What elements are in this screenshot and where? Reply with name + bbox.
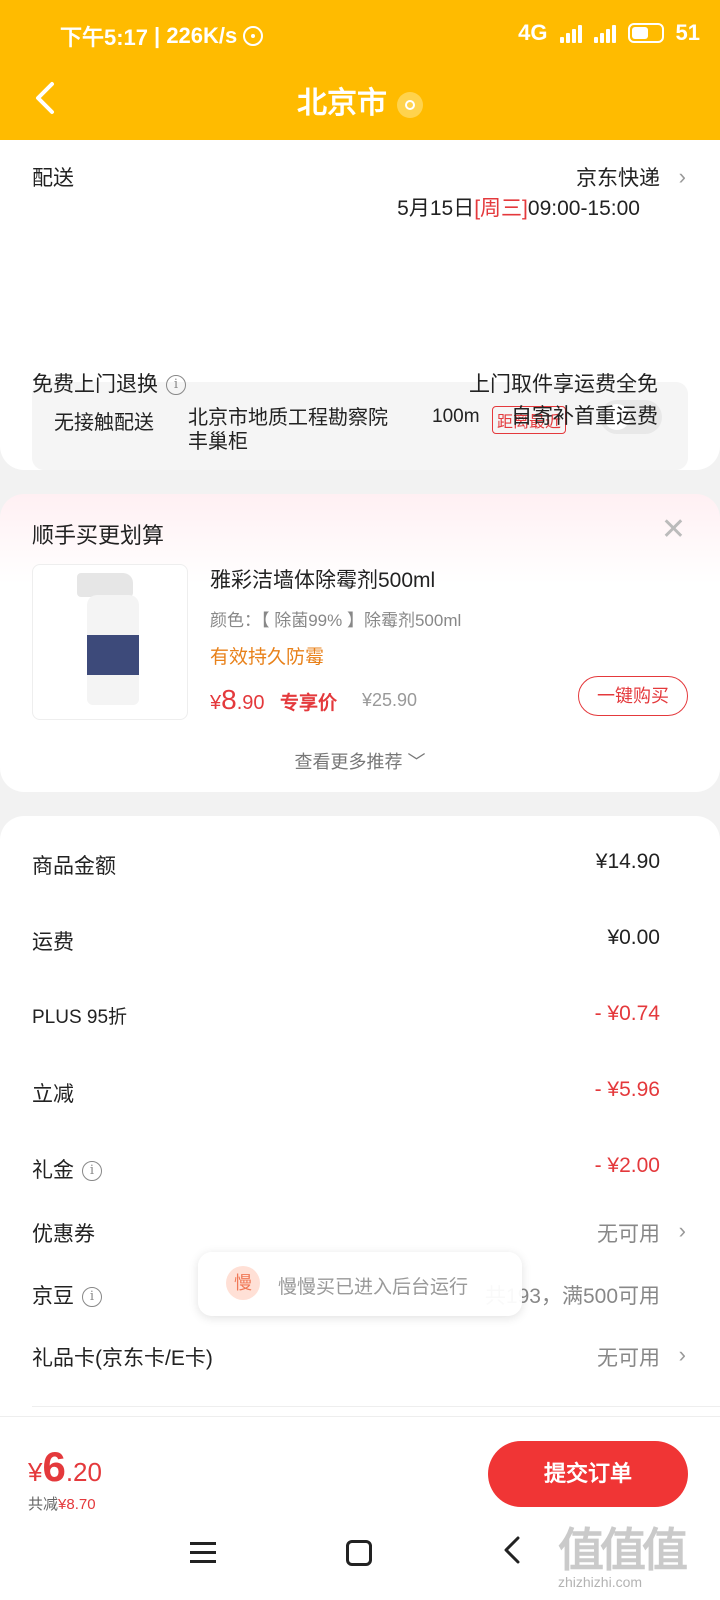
price-dec: .90 [236, 692, 265, 714]
place-line1: 北京市地质工程勘察院 [188, 407, 388, 429]
giftcard-row[interactable]: 礼品卡(京东卡/E卡) 无可用 › [0, 1336, 720, 1376]
close-icon[interactable]: ✕ [661, 512, 686, 547]
delivery-time[interactable]: 5月15日[周三]09:00-15:00 [397, 192, 640, 222]
giftcard-value: 无可用 [597, 1347, 660, 1370]
fee-value: ¥14.90 [595, 850, 660, 873]
price-yen: ¥ [210, 692, 222, 714]
info-icon[interactable]: i [82, 1161, 102, 1182]
jingdou-label-row: 京豆 i [32, 1280, 102, 1310]
fee-label-row: 礼金 i [32, 1154, 102, 1184]
status-speed: | 226K/s [154, 23, 238, 48]
fee-value: - ¥0.74 [594, 1002, 660, 1025]
original-price: ¥25.90 [362, 690, 418, 710]
spray-trigger [77, 573, 133, 597]
fee-row: 礼金 i - ¥2.00 [0, 1148, 720, 1188]
fee-value: - ¥5.96 [594, 1078, 660, 1101]
product-spec: 颜色：【 除菌99% 】除霉剂500ml [210, 611, 462, 630]
app-logo-icon: 慢 [226, 1266, 260, 1300]
saved-value: ¥8.70 [58, 1496, 96, 1513]
watermark-logo: 值值值 [558, 1524, 688, 1576]
divider [32, 1406, 720, 1407]
total-int: 6 [42, 1443, 66, 1490]
back-icon[interactable] [500, 1530, 526, 1579]
fee-row: 商品金额 ¥14.90 [0, 844, 720, 884]
battery-icon [627, 23, 664, 43]
fee-value: - ¥2.00 [594, 1154, 660, 1177]
fee-row: PLUS 95折 - ¥0.74 [0, 996, 720, 1036]
delivery-window: 09:00-15:00 [527, 197, 640, 220]
chevron-right-icon: › [678, 1342, 686, 1367]
one-click-buy-button[interactable]: 一键购买 [578, 676, 688, 716]
jingdou-label: 京豆 [32, 1285, 74, 1308]
fee-label: PLUS 95折 [32, 1007, 128, 1028]
recommend-title: 顺手买更划算 [32, 523, 165, 548]
product-price: ¥8.90 [210, 684, 265, 716]
info-icon[interactable]: i [166, 375, 186, 396]
total-yen: ¥ [28, 1457, 43, 1487]
status-time: 下午5:17 [60, 25, 149, 50]
info-icon[interactable]: i [82, 1287, 102, 1308]
home-icon[interactable] [346, 1540, 372, 1566]
delivery-weekday: [周三] [474, 197, 528, 220]
distance: 100m [432, 406, 480, 427]
bottle-label [87, 635, 139, 675]
chevron-left-icon [504, 1536, 520, 1564]
fee-value: ¥0.00 [607, 926, 660, 949]
more-recommend-link[interactable]: 查看更多推荐 ﹀ [0, 748, 720, 774]
checkout-bar: ¥6.20 共减¥8.70 提交订单 [0, 1416, 720, 1518]
chevron-right-icon[interactable]: › [679, 164, 686, 190]
fee-label: 礼金 [32, 1159, 74, 1182]
saved-label: 共减 [28, 1496, 59, 1513]
giftcard-label: 礼品卡(京东卡/E卡) [32, 1347, 213, 1370]
product-feature: 有效持久防霉 [210, 647, 325, 668]
background-toast: 慢 慢慢买已进入后台运行 [198, 1252, 522, 1316]
submit-order-button[interactable]: 提交订单 [488, 1441, 688, 1507]
no-contact-place: 北京市地质工程勘察院 丰巢柜 [188, 406, 428, 454]
delivery-date: 5月15日 [397, 197, 475, 220]
returns-label-row: 免费上门退换 i [32, 368, 186, 398]
signal-icon-2 [593, 23, 616, 43]
carrier-name[interactable]: 京东快递 [576, 162, 660, 192]
menu-icon[interactable] [190, 1542, 216, 1564]
location-pin-icon [397, 92, 423, 119]
recommend-card: 顺手买更划算 ✕ 雅彩洁墙体除霉剂500ml 颜色：【 除菌99% 】除霉剂50… [0, 494, 720, 792]
fee-label: 商品金额 [32, 855, 116, 878]
page-title[interactable]: 北京市 [0, 78, 720, 122]
fee-row: 运费 ¥0.00 [0, 920, 720, 960]
battery-level: 51 [675, 20, 700, 45]
coupon-label: 优惠券 [32, 1223, 95, 1246]
returns-line2: 自寄补首重运费 [511, 405, 658, 428]
fee-row: 立减 - ¥5.96 [0, 1072, 720, 1112]
saved-amount: 共减¥8.70 [28, 1493, 96, 1514]
toast-text: 慢慢买已进入后台运行 [278, 1277, 469, 1298]
product-image[interactable] [32, 564, 188, 720]
status-bar: 下午5:17 | 226K/s 4G 51 [0, 0, 720, 70]
fee-label: 立减 [32, 1083, 74, 1106]
signal-icon [559, 23, 582, 43]
delivery-label: 配送 [32, 167, 74, 190]
fee-label: 运费 [32, 931, 74, 954]
fees-card: 商品金额 ¥14.90 运费 ¥0.00 PLUS 95折 - ¥0.74 立减… [0, 816, 720, 1416]
delivery-card: 配送 京东快递 › 5月15日[周三]09:00-15:00 无接触配送 北京市… [0, 140, 720, 470]
chevron-right-icon: › [678, 1218, 686, 1243]
price-label: 专享价 [280, 693, 338, 714]
returns-line1: 上门取件享运费全免 [469, 373, 658, 396]
coupon-value: 无可用 [597, 1223, 660, 1246]
price-int: 8 [221, 684, 237, 715]
network-type: 4G [518, 20, 548, 45]
app-header: 下午5:17 | 226K/s 4G 51 北京市 [0, 0, 720, 140]
alarm-icon [243, 26, 264, 46]
returns-label: 免费上门退换 [32, 373, 158, 396]
place-line2: 丰巢柜 [188, 431, 248, 453]
bottle-shape [87, 595, 139, 705]
watermark-url: zhizhizhi.com [558, 1574, 643, 1590]
total-dec: .20 [65, 1457, 102, 1487]
no-contact-label: 无接触配送 [54, 412, 154, 434]
coupon-row[interactable]: 优惠券 无可用 › [0, 1212, 720, 1252]
city-label: 北京市 [297, 87, 387, 120]
product-name[interactable]: 雅彩洁墙体除霉剂500ml [210, 564, 435, 594]
watermark: 值值值 zhizhizhi.com [558, 1514, 698, 1596]
nav-bar: 北京市 [0, 70, 720, 130]
total-price: ¥6.20 [28, 1443, 102, 1491]
